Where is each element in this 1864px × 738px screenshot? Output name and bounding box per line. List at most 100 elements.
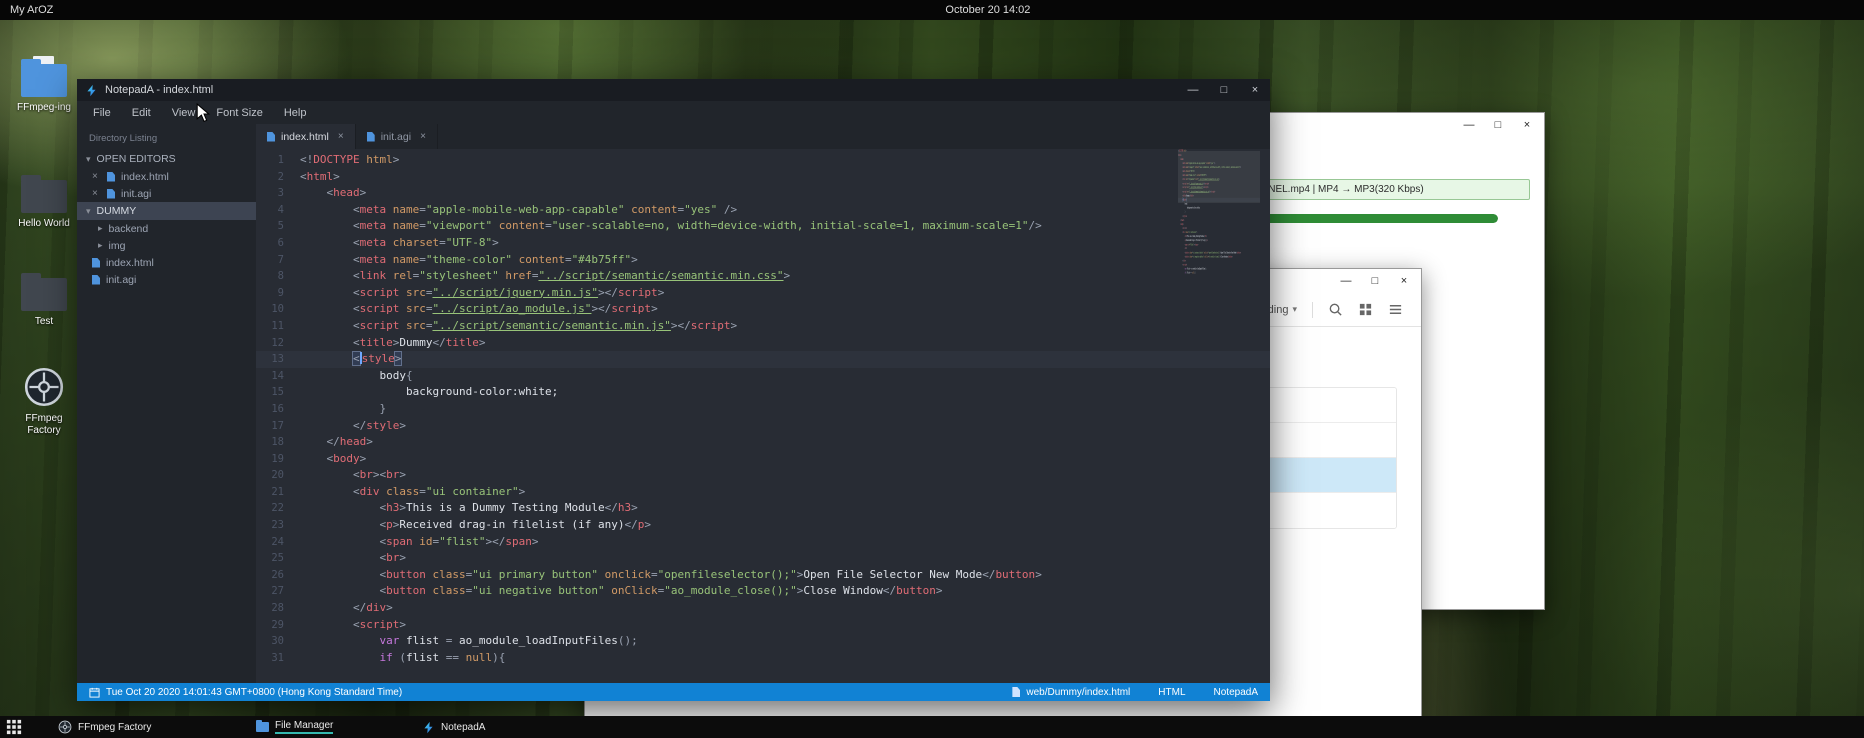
line-number: 30 (256, 633, 300, 650)
maximize-button[interactable]: □ (1491, 120, 1505, 131)
menu-item-font-size[interactable]: Font Size (216, 107, 262, 119)
section-label: DUMMY (97, 205, 137, 217)
line-number: 5 (256, 218, 300, 235)
folder-icon (21, 180, 67, 213)
code-text: <html> (300, 169, 1270, 186)
desktop-icon-ffmpeg-factory[interactable]: FFmpeg Factory (8, 362, 80, 437)
status-appname: NotepadA (1214, 687, 1258, 698)
taskbar-item-ffmpeg-factory[interactable]: FFmpeg Factory (58, 716, 151, 738)
notepada-titlebar: NotepadA - index.html — □ × (77, 79, 1270, 101)
taskbar-item-notepada[interactable]: NotepadA (422, 716, 485, 738)
item-label: img (109, 240, 126, 252)
search-icon[interactable] (1328, 302, 1343, 317)
code-line: 25 <br> (256, 550, 1270, 567)
sidebar-item-init-agi[interactable]: ×init.agi (77, 185, 256, 202)
line-number: 29 (256, 617, 300, 634)
code-text: <meta name="apple-mobile-web-app-capable… (300, 202, 1270, 219)
close-button[interactable]: × (1248, 85, 1262, 96)
code-text: <script src="../script/semantic/semantic… (300, 318, 1270, 335)
tab-index-html[interactable]: index.html × (256, 124, 356, 149)
ffmpeg-factory-icon (58, 720, 72, 734)
desktop-icon-test[interactable]: Test (8, 270, 80, 328)
desktop-icon-label: Hello World (18, 218, 70, 230)
notepada-logo-icon (85, 84, 98, 97)
line-number: 26 (256, 567, 300, 584)
sidebar-item-index-html[interactable]: index.html (77, 254, 256, 271)
menu-item-help[interactable]: Help (284, 107, 307, 119)
notepada-logo-icon (422, 721, 435, 734)
folder-icon (21, 278, 67, 311)
chevron-down-icon: ▾ (1292, 304, 1297, 315)
close-icon[interactable]: × (338, 131, 344, 142)
line-number: 12 (256, 335, 300, 352)
close-button[interactable]: × (1397, 276, 1411, 287)
code-text: background-color:white; (300, 384, 1270, 401)
sidebar-header: Directory Listing (77, 124, 256, 150)
window-controls: — □ × (1186, 85, 1262, 96)
sidebar-item-backend[interactable]: ▸backend (77, 220, 256, 237)
taskbar-item-file-manager[interactable]: File Manager (256, 716, 333, 738)
minimize-button[interactable]: — (1339, 276, 1353, 287)
start-menu-icon[interactable] (6, 719, 22, 735)
code-line: 2<html> (256, 169, 1270, 186)
code-editor[interactable]: 1<!DOCTYPE html>2<html>3 <head>4 <meta n… (256, 149, 1270, 683)
close-button[interactable]: × (1520, 120, 1534, 131)
status-right: web/Dummy/index.html HTML NotepadA (1012, 687, 1258, 698)
close-icon[interactable]: × (420, 131, 426, 142)
minimize-button[interactable]: — (1462, 120, 1476, 131)
sidebar-item-init-agi[interactable]: init.agi (77, 271, 256, 288)
code-line: 14 body{ (256, 368, 1270, 385)
item-label: backend (109, 223, 149, 235)
sidebar-section-dummy[interactable]: ▾DUMMY (77, 202, 256, 220)
notepada-window: NotepadA - index.html — □ × File Edit View… (77, 79, 1270, 701)
code-text: <script> (300, 617, 1270, 634)
code-text: <button class="ui negative button" onCli… (300, 583, 1270, 600)
line-number: 20 (256, 467, 300, 484)
maximize-button[interactable]: □ (1217, 85, 1231, 96)
code-line: 11 <script src="../script/semantic/seman… (256, 318, 1270, 335)
code-line: 21 <div class="ui container"> (256, 484, 1270, 501)
toolbar-divider (1312, 302, 1313, 318)
code-text: <br><br> (300, 467, 1270, 484)
code-line: 16 } (256, 401, 1270, 418)
line-number: 10 (256, 301, 300, 318)
line-number: 1 (256, 152, 300, 169)
code-line: 4 <meta name="apple-mobile-web-app-capab… (256, 202, 1270, 219)
minimap-slider[interactable] (1178, 151, 1260, 203)
code-text: <body> (300, 451, 1270, 468)
sidebar-tree: ▾OPEN EDITORS×index.html×init.agi▾DUMMY▸… (77, 150, 256, 288)
menu-item-view[interactable]: View (172, 107, 196, 119)
sidebar-section-open-editors[interactable]: ▾OPEN EDITORS (77, 150, 256, 168)
line-number: 14 (256, 368, 300, 385)
close-icon[interactable]: × (92, 188, 101, 199)
menu-item-file[interactable]: File (93, 107, 111, 119)
sidebar-item-index-html[interactable]: ×index.html (77, 168, 256, 185)
maximize-button[interactable]: □ (1368, 276, 1382, 287)
minimize-button[interactable]: — (1186, 85, 1200, 96)
line-number: 13 (256, 351, 300, 368)
tab-label: index.html (281, 131, 329, 143)
grid-view-icon[interactable] (1358, 302, 1373, 317)
menu-item-edit[interactable]: Edit (132, 107, 151, 119)
tab-init-agi[interactable]: init.agi× (356, 124, 438, 149)
editor-area: index.html×init.agi× 1<!DOCTYPE html>2<h… (256, 124, 1270, 683)
close-icon[interactable]: × (92, 171, 101, 182)
line-number: 28 (256, 600, 300, 617)
code-line: 29 <script> (256, 617, 1270, 634)
code-text: <meta name="viewport" content="user-scal… (300, 218, 1270, 235)
code-line: 20 <br><br> (256, 467, 1270, 484)
code-text: if (flist == null){ (300, 650, 1270, 667)
line-number: 6 (256, 235, 300, 252)
code-text: </head> (300, 434, 1270, 451)
code-line: 1<!DOCTYPE html> (256, 152, 1270, 169)
sidebar: Directory Listing ▾OPEN EDITORS×index.ht… (77, 124, 256, 683)
code-line: 3 <head> (256, 185, 1270, 202)
desktop-icon-label: FFmpeg-ing (17, 102, 71, 114)
sidebar-item-img[interactable]: ▸img (77, 237, 256, 254)
line-number: 17 (256, 418, 300, 435)
code-line: 12 <title>Dummy</title> (256, 335, 1270, 352)
desktop-icon-hello-world[interactable]: Hello World (8, 172, 80, 230)
minimap[interactable]: 1<!DOCTYPE html>2<html>3 <head>4 <meta n… (1178, 149, 1260, 309)
list-view-icon[interactable] (1388, 302, 1403, 317)
desktop-icon-ffmpeg-ing[interactable]: FFmpeg-ing (8, 56, 80, 114)
